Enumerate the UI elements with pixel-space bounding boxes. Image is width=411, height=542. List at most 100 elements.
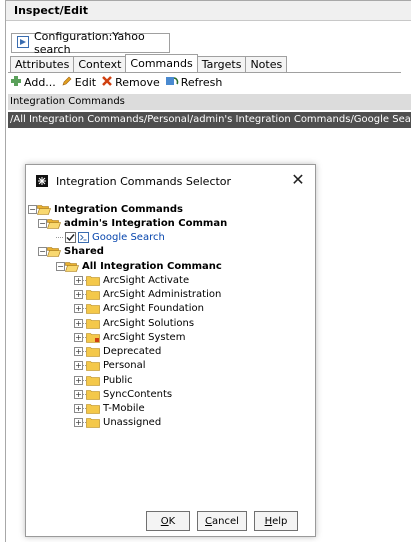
folder-open-icon	[47, 218, 61, 229]
expand-icon[interactable]: +	[74, 404, 83, 414]
tree-node-all-commands[interactable]: − All Integration Commanc	[28, 259, 313, 273]
folder-label: Unassigned	[103, 417, 162, 429]
expand-icon[interactable]: +	[74, 304, 83, 314]
folder-label: ArcSight Activate	[103, 274, 190, 286]
panel-title: Inspect/Edit	[6, 1, 411, 21]
collapse-icon[interactable]: −	[56, 261, 65, 271]
collapse-icon[interactable]: −	[38, 247, 47, 257]
tab-bar: Attributes Context Commands Targets Note…	[10, 54, 288, 72]
tree-folder[interactable]: + ArcSight Administration	[28, 288, 313, 302]
tree-folder[interactable]: + Unassigned	[28, 416, 313, 430]
folder-icon	[86, 346, 100, 357]
tree-node-shared[interactable]: − Shared	[28, 245, 313, 259]
tree-label-shared: Shared	[64, 246, 104, 258]
pencil-icon	[61, 75, 73, 90]
tree-node-google-search[interactable]: Google Search	[28, 231, 313, 245]
tab-attributes[interactable]: Attributes	[10, 56, 75, 72]
tree-folder[interactable]: + Personal	[28, 359, 313, 373]
add-button[interactable]: Add...	[10, 75, 56, 90]
resource-icon	[17, 35, 29, 51]
tree-label-admin: admin's Integration Comman	[64, 217, 228, 229]
tree-label-root: Integration Commands	[54, 203, 183, 215]
folder-icon	[86, 375, 100, 386]
add-icon	[10, 75, 22, 90]
cancel-mnemonic: C	[205, 516, 213, 527]
edit-label: Edit	[74, 76, 97, 89]
tree-folder[interactable]: + Public	[28, 373, 313, 387]
selected-path[interactable]: /All Integration Commands/Personal/admin…	[8, 112, 411, 128]
folder-label: SyncContents	[103, 388, 173, 400]
tab-targets[interactable]: Targets	[196, 56, 247, 72]
tree-folder[interactable]: + T-Mobile	[28, 402, 313, 416]
expand-icon[interactable]: +	[74, 361, 83, 371]
add-label: Add...	[24, 76, 56, 89]
help-button[interactable]: Help	[254, 511, 298, 531]
folder-label: ArcSight System	[103, 331, 186, 343]
tree-label-google-search: Google Search	[92, 232, 165, 244]
folder-open-icon	[37, 204, 51, 215]
collapse-icon[interactable]: −	[28, 204, 37, 214]
tree-folder[interactable]: + ArcSight System	[28, 330, 313, 344]
app-icon	[36, 175, 48, 187]
expand-icon[interactable]: +	[74, 375, 83, 385]
tree-label-all-commands: All Integration Commanc	[82, 260, 222, 272]
tree-folder[interactable]: + ArcSight Solutions	[28, 316, 313, 330]
folder-icon	[86, 403, 100, 414]
dialog-title-bar[interactable]: Integration Commands Selector ✕	[26, 165, 315, 197]
remove-label: Remove	[115, 76, 160, 89]
folder-label: ArcSight Solutions	[103, 317, 195, 329]
tree-folder[interactable]: + SyncContents	[28, 387, 313, 401]
tab-divider	[8, 72, 401, 73]
folder-icon	[86, 417, 100, 429]
expand-icon[interactable]: +	[74, 275, 83, 285]
toolbar: Add... Edit Remove Refresh	[10, 74, 224, 91]
collapse-icon[interactable]: −	[38, 218, 47, 228]
expand-icon[interactable]: +	[74, 290, 83, 300]
ok-label-post: K	[168, 516, 176, 527]
folder-label: Deprecated	[103, 346, 162, 358]
cancel-button[interactable]: Cancel	[197, 511, 247, 531]
expand-icon[interactable]: +	[74, 332, 83, 342]
folder-label: T-Mobile	[103, 403, 145, 415]
tab-context[interactable]: Context	[73, 56, 127, 72]
refresh-button[interactable]: Refresh	[165, 75, 223, 90]
command-icon	[78, 232, 89, 244]
close-icon[interactable]: ✕	[287, 169, 309, 191]
section-header: Integration Commands	[8, 94, 411, 110]
folder-label: Personal	[103, 360, 146, 372]
tree-folder[interactable]: + ArcSight Foundation	[28, 302, 313, 316]
folder-label: ArcSight Foundation	[103, 303, 204, 315]
tree-folder[interactable]: + ArcSight Activate	[28, 273, 313, 287]
folder-open-icon	[65, 261, 79, 272]
folder-icon	[86, 275, 100, 286]
refresh-icon	[165, 75, 179, 90]
folder-open-icon	[47, 246, 61, 258]
expand-icon[interactable]: +	[74, 318, 83, 328]
ok-button[interactable]: OK	[146, 511, 190, 531]
expand-icon[interactable]: +	[74, 418, 83, 428]
checkbox-icon[interactable]	[65, 232, 76, 244]
edit-button[interactable]: Edit	[61, 75, 96, 90]
tree-node-root[interactable]: − Integration Commands	[28, 202, 313, 216]
expand-icon[interactable]: +	[74, 389, 83, 399]
dialog-title: Integration Commands Selector	[56, 174, 232, 188]
ok-mnemonic: O	[160, 516, 169, 527]
folder-icon	[86, 360, 100, 372]
cancel-label-post: ancel	[212, 516, 239, 527]
folder-icon	[86, 318, 100, 329]
panel-left-border	[5, 0, 6, 542]
resource-tab[interactable]: Configuration:Yahoo search	[11, 30, 170, 56]
tree-folder[interactable]: + Deprecated	[28, 345, 313, 359]
tab-notes[interactable]: Notes	[245, 56, 288, 72]
integration-commands-dialog: Integration Commands Selector ✕ − Integr…	[25, 164, 316, 537]
folder-label: Public	[103, 374, 133, 386]
remove-icon	[101, 75, 113, 90]
folder-label: ArcSight Administration	[103, 289, 222, 301]
folder-icon	[86, 303, 100, 315]
remove-button[interactable]: Remove	[101, 75, 160, 90]
refresh-label: Refresh	[180, 76, 223, 89]
tree-node-admin[interactable]: − admin's Integration Comman	[28, 216, 313, 230]
tab-commands[interactable]: Commands	[125, 54, 198, 72]
expand-icon[interactable]: +	[74, 347, 83, 357]
folder-icon	[86, 389, 100, 400]
